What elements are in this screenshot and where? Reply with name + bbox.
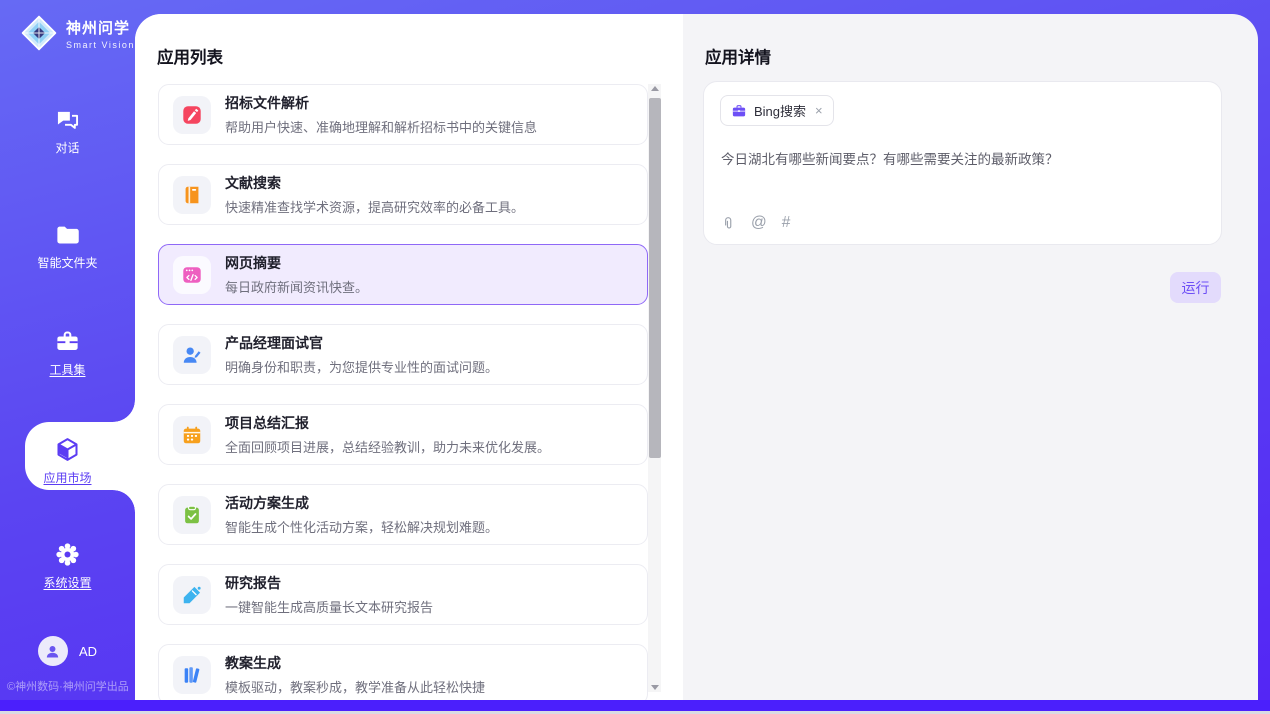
- sidebar: 神州问学 Smart Vision 对话 智能文件夹 工具集 应用市场 系统设置: [0, 0, 135, 700]
- app-icon-tile: [173, 256, 211, 294]
- sidebar-item-label: 智能文件夹: [37, 254, 97, 271]
- scroll-down-arrow-icon[interactable]: [651, 685, 659, 690]
- attachment-icon[interactable]: [721, 215, 736, 232]
- app-icon-tile: [173, 496, 211, 534]
- avatar: [38, 636, 68, 666]
- app-card[interactable]: 文献搜索 快速精准查找学术资源，提高研究效率的必备工具。: [158, 164, 648, 225]
- run-button[interactable]: 运行: [1170, 272, 1221, 303]
- briefcase-icon: [731, 103, 747, 119]
- app-card-title: 招标文件解析: [225, 93, 537, 113]
- app-card-title: 产品经理面试官: [225, 333, 498, 353]
- copyright-footer: ©神州数码·神州问学出品: [7, 678, 129, 694]
- app-card-title: 教案生成: [225, 653, 485, 673]
- brand-name: 神州问学: [66, 17, 135, 38]
- app-list-title: 应用列表: [157, 44, 223, 68]
- app-card-title: 项目总结汇报: [225, 413, 550, 433]
- app-card-title: 研究报告: [225, 573, 433, 593]
- sidebar-item-smart-folder[interactable]: 智能文件夹: [0, 221, 135, 281]
- folder-icon: [54, 221, 81, 248]
- app-list-scrollbar[interactable]: [648, 84, 661, 692]
- app-card-description: 明确身份和职责，为您提供专业性的面试问题。: [225, 357, 498, 376]
- sidebar-item-label: 对话: [55, 139, 79, 156]
- sidebar-item-label: 工具集: [49, 361, 85, 378]
- app-card-description: 每日政府新闻资讯快查。: [225, 277, 368, 296]
- pen-icon: [181, 584, 203, 606]
- scrollbar-thumb[interactable]: [649, 98, 661, 458]
- app-card[interactable]: 项目总结汇报 全面回顾项目进展，总结经验教训，助力未来优化发展。: [158, 404, 648, 465]
- app-card-description: 智能生成个性化活动方案，轻松解决规划难题。: [225, 517, 498, 536]
- book-icon: [181, 184, 203, 206]
- app-icon-tile: [173, 576, 211, 614]
- sidebar-item-app-market[interactable]: 应用市场: [0, 436, 135, 496]
- brand-tagline: Smart Vision: [66, 40, 135, 50]
- app-card[interactable]: 教案生成 模板驱动，教案秒成，教学准备从此轻松快捷: [158, 644, 648, 700]
- person-icon: [181, 344, 203, 366]
- app-detail-panel: 应用详情 Bing搜索 × 今日湖北有哪些新闻要点？有哪些需要关注的最新政策？ …: [683, 14, 1258, 700]
- app-card[interactable]: 招标文件解析 帮助用户快速、准确地理解和解析招标书中的关键信息: [158, 84, 648, 145]
- app-detail-title: 应用详情: [705, 44, 771, 68]
- app-card[interactable]: 研究报告 一键智能生成高质量长文本研究报告: [158, 564, 648, 625]
- user-icon: [44, 643, 61, 660]
- app-card-description: 模板驱动，教案秒成，教学准备从此轻松快捷: [225, 677, 485, 696]
- app-icon-tile: [173, 416, 211, 454]
- app-card-description: 一键智能生成高质量长文本研究报告: [225, 597, 433, 616]
- brand-logo: 神州问学 Smart Vision: [20, 14, 135, 52]
- app-list-panel: 应用列表 招标文件解析 帮助用户快速、准确地理解和解析招标书中的关键信息 文献搜…: [135, 14, 683, 700]
- browser-icon: [181, 264, 203, 286]
- hash-icon[interactable]: #: [782, 214, 791, 232]
- app-card-title: 活动方案生成: [225, 493, 498, 513]
- gear-icon: [54, 541, 81, 568]
- scroll-up-arrow-icon[interactable]: [651, 86, 659, 91]
- sidebar-item-label: 应用市场: [43, 469, 91, 486]
- sidebar-item-label: 系统设置: [43, 574, 91, 591]
- prompt-card: Bing搜索 × 今日湖北有哪些新闻要点？有哪些需要关注的最新政策？ @ #: [703, 81, 1222, 245]
- sidebar-item-toolset[interactable]: 工具集: [0, 328, 135, 388]
- app-icon-tile: [173, 176, 211, 214]
- bottom-accent-bar: [0, 700, 1270, 711]
- app-card[interactable]: 网页摘要 每日政府新闻资讯快查。: [158, 244, 648, 305]
- books-icon: [181, 664, 203, 686]
- tool-chip-bing-search[interactable]: Bing搜索 ×: [720, 95, 834, 126]
- user-account[interactable]: AD: [0, 636, 135, 666]
- clipboard-icon: [181, 504, 203, 526]
- mention-icon[interactable]: @: [751, 214, 767, 232]
- app-card-description: 帮助用户快速、准确地理解和解析招标书中的关键信息: [225, 117, 537, 136]
- app-card-description: 全面回顾项目进展，总结经验教训，助力未来优化发展。: [225, 437, 550, 456]
- calendar-icon: [181, 424, 203, 446]
- prompt-toolbar: @ #: [721, 214, 790, 232]
- prompt-text[interactable]: 今日湖北有哪些新闻要点？有哪些需要关注的最新政策？: [721, 150, 1205, 170]
- tool-chip-label: Bing搜索: [754, 101, 806, 120]
- app-card-description: 快速精准查找学术资源，提高研究效率的必备工具。: [225, 197, 524, 216]
- chat-icon: [54, 106, 81, 133]
- app-card-title: 网页摘要: [225, 253, 368, 273]
- app-card-title: 文献搜索: [225, 173, 524, 193]
- cube-icon: [54, 436, 81, 463]
- diamond-logo-icon: [20, 14, 58, 52]
- app-icon-tile: [173, 336, 211, 374]
- doc-pen-icon: [181, 104, 203, 126]
- app-icon-tile: [173, 96, 211, 134]
- toolbox-icon: [54, 328, 81, 355]
- app-list: 招标文件解析 帮助用户快速、准确地理解和解析招标书中的关键信息 文献搜索 快速精…: [158, 84, 648, 700]
- sidebar-item-settings[interactable]: 系统设置: [0, 541, 135, 601]
- app-icon-tile: [173, 656, 211, 694]
- content-area: 应用列表 招标文件解析 帮助用户快速、准确地理解和解析招标书中的关键信息 文献搜…: [135, 14, 1258, 700]
- sidebar-item-chat[interactable]: 对话: [0, 106, 135, 166]
- close-icon[interactable]: ×: [815, 103, 823, 118]
- app-card[interactable]: 产品经理面试官 明确身份和职责，为您提供专业性的面试问题。: [158, 324, 648, 385]
- app-card[interactable]: 活动方案生成 智能生成个性化活动方案，轻松解决规划难题。: [158, 484, 648, 545]
- user-name: AD: [79, 644, 97, 659]
